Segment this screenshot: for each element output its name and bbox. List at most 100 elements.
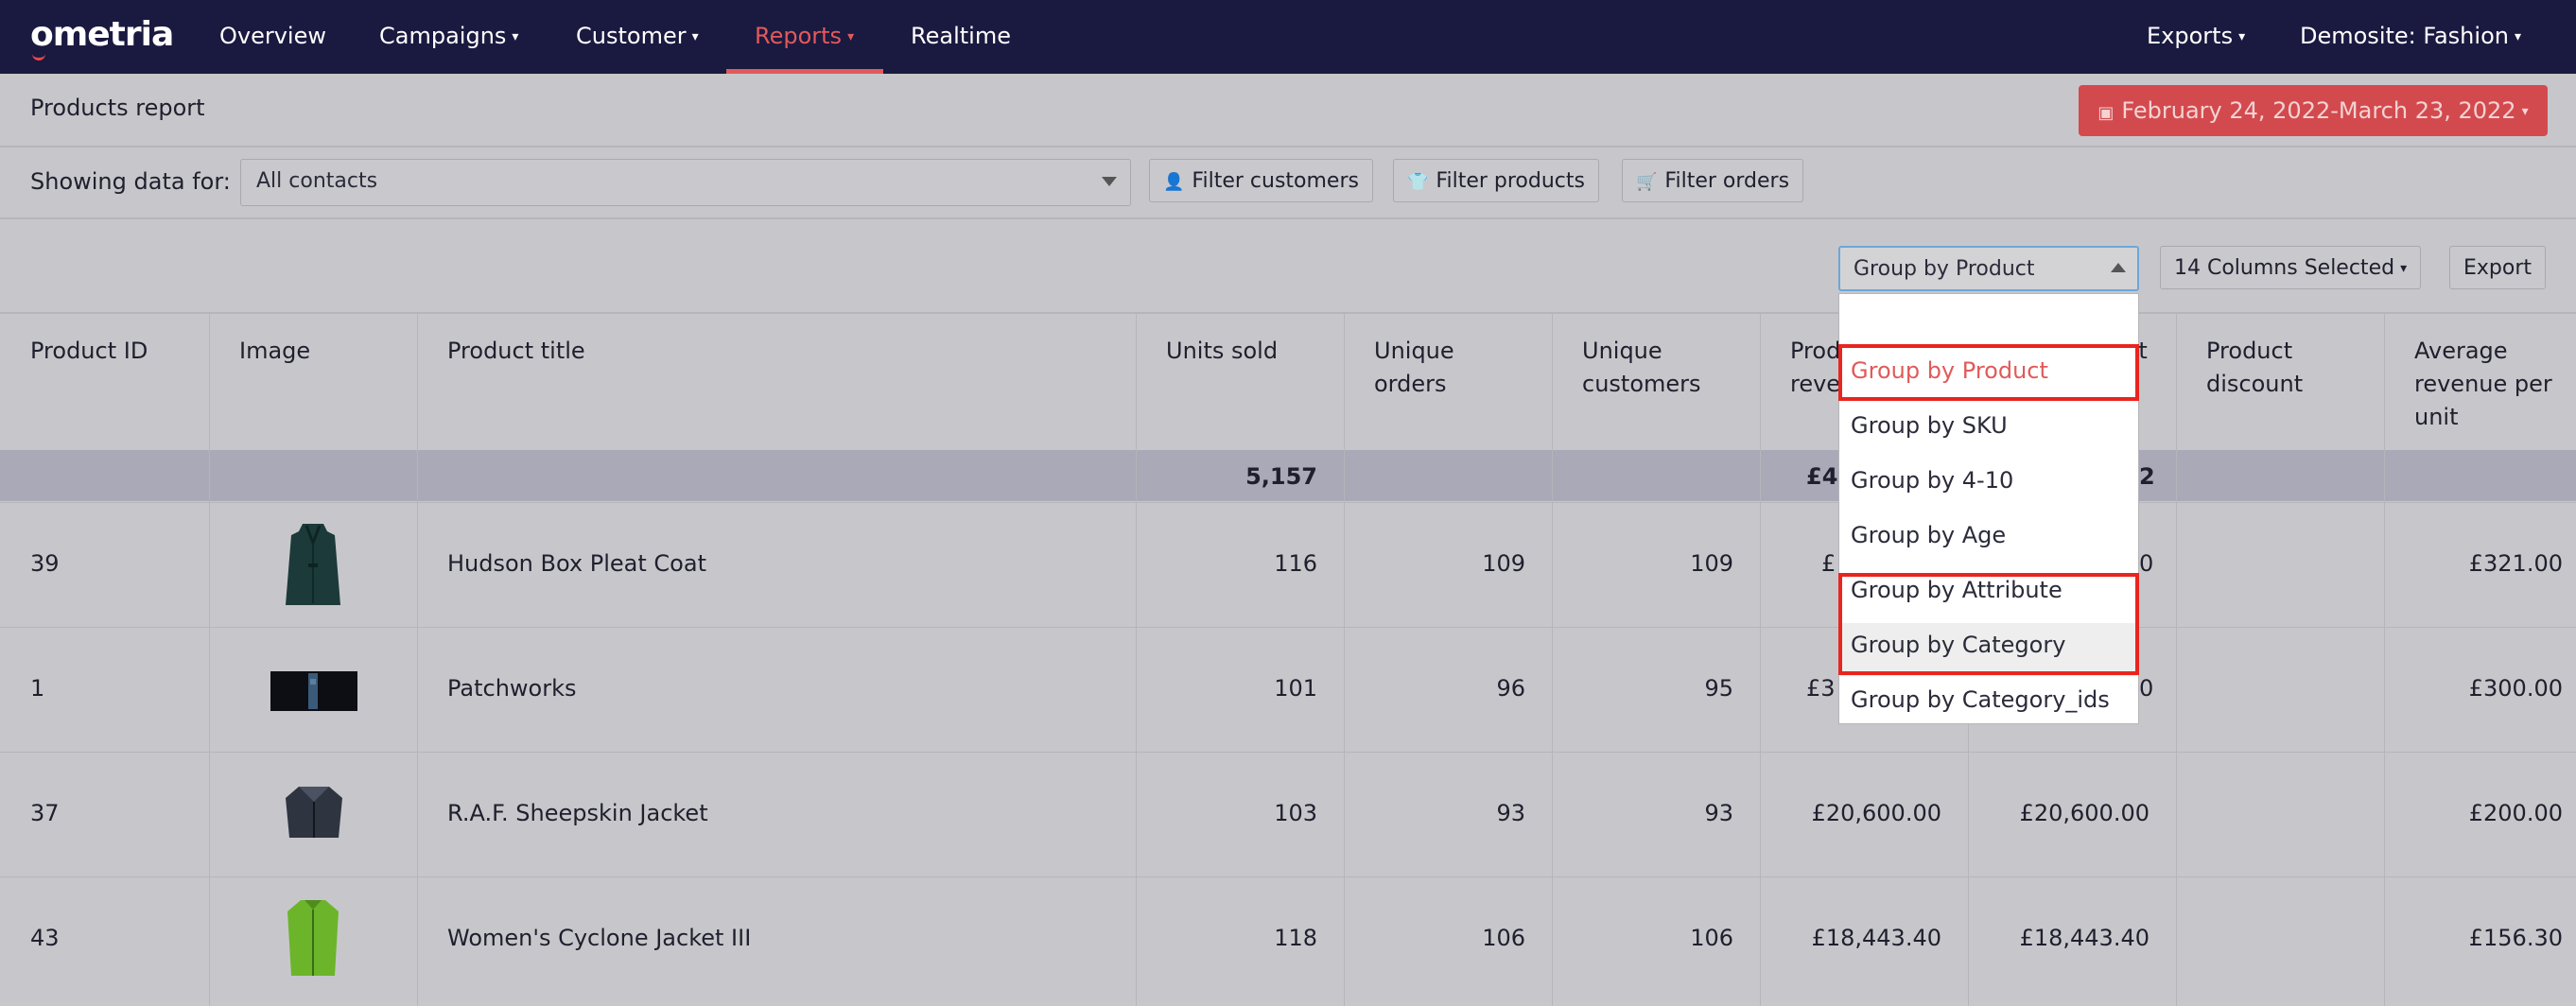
group-by-value: Group by Product (1854, 257, 2035, 281)
nav-exports[interactable]: Exports ▾ (2147, 23, 2245, 49)
column-divider (1344, 314, 1345, 1006)
product-title[interactable]: Hudson Box Pleat Coat (447, 550, 706, 577)
dropdown-option-group-by-category-ids[interactable]: Group by Category_ids (1851, 686, 2110, 713)
unique-customers: 106 (1690, 925, 1733, 951)
chevron-down-icon: ▾ (2238, 29, 2246, 44)
nav-reports[interactable]: Reports ▾ (755, 23, 854, 49)
date-range-label: February 24, 2022-March 23, 2022 (2121, 97, 2516, 124)
column-divider (2384, 314, 2385, 1006)
column-divider (1552, 314, 1553, 1006)
chevron-down-icon: ▾ (2521, 104, 2529, 119)
table-row[interactable]: 37 R.A.F. Sheepskin Jacket 103 93 93 £20… (0, 752, 2576, 877)
column-header-product-id[interactable]: Product ID (30, 335, 148, 368)
chevron-down-icon: ▾ (691, 29, 699, 44)
column-divider (1136, 314, 1137, 1006)
unique-orders: 109 (1482, 550, 1525, 577)
column-header-units-sold[interactable]: Units sold (1166, 335, 1278, 368)
contacts-select[interactable]: All contacts (240, 159, 1131, 206)
product-revenue: £ (1821, 550, 1836, 577)
total-column-b: 2 (2139, 463, 2155, 490)
column-header-image: Image (239, 338, 311, 364)
dropdown-option-group-by-age[interactable]: Group by Age (1851, 522, 2006, 548)
chevron-down-icon: ▾ (2514, 29, 2521, 44)
filter-orders-button[interactable]: 🛒 Filter orders (1622, 159, 1804, 202)
unique-orders: 96 (1496, 675, 1525, 702)
nav-customer[interactable]: Customer ▾ (576, 23, 699, 49)
filter-bar: Showing data for: All contacts 👤 Filter c… (0, 147, 2576, 219)
nav-realtime[interactable]: Realtime (911, 23, 1011, 49)
dropdown-option-group-by-4-10[interactable]: Group by 4-10 (1851, 467, 2013, 494)
column-b-value: £20,600.00 (2019, 800, 2150, 826)
report-toolbar: Group by Product 14 Columns Selected ▾ Ex… (0, 219, 2576, 314)
column-divider (417, 314, 418, 1006)
filter-customers-button[interactable]: 👤 Filter customers (1149, 159, 1373, 202)
logo-smile-mark (32, 52, 45, 61)
nav-overview[interactable]: Overview (219, 23, 326, 49)
page-header: Products report ▣ February 24, 2022-March… (0, 74, 2576, 147)
nav-campaigns[interactable]: Campaigns ▾ (379, 23, 518, 49)
ometria-logo[interactable]: ometria (30, 15, 174, 54)
chevron-down-icon: ▾ (512, 29, 519, 44)
nav-demosite-selector[interactable]: Demosite: Fashion ▾ (2300, 23, 2521, 49)
column-header-unique-customers[interactable]: Unique customers (1582, 335, 1701, 401)
highlight-box-group-by-product (1838, 344, 2139, 401)
units-sold: 118 (1274, 925, 1317, 951)
column-header-unique-orders[interactable]: Unique orders (1374, 335, 1454, 401)
table-row[interactable]: 1 Patchworks 101 96 95 £3 0 £300.00 (0, 627, 2576, 753)
column-divider (2176, 314, 2177, 1006)
group-by-select[interactable]: Group by Product (1838, 246, 2139, 291)
unique-orders: 93 (1496, 800, 1525, 826)
units-sold: 101 (1274, 675, 1317, 702)
product-revenue: £20,600.00 (1811, 800, 1941, 826)
column-b-value: £18,443.40 (2019, 925, 2150, 951)
units-sold: 103 (1274, 800, 1317, 826)
dropdown-option-group-by-sku[interactable]: Group by SKU (1851, 412, 2008, 439)
product-id: 43 (30, 925, 60, 951)
product-revenue: £18,443.40 (1811, 925, 1941, 951)
unique-customers: 93 (1704, 800, 1733, 826)
unique-customers: 109 (1690, 550, 1733, 577)
product-revenue: £3 (1806, 675, 1836, 702)
column-divider (209, 314, 210, 1006)
user-icon: 👤 (1163, 172, 1185, 192)
shirt-icon: 👕 (1407, 172, 1429, 192)
column-b-value: 0 (2139, 550, 2154, 577)
column-header-average-revenue-per-unit[interactable]: Average revenue per unit (2414, 335, 2552, 434)
dropdown-arrow-icon (1102, 177, 1117, 186)
units-sold: 116 (1274, 550, 1317, 577)
average-revenue-per-unit: £156.30 (2468, 925, 2563, 951)
showing-data-label: Showing data for: (30, 168, 231, 195)
product-image-green-jacket (280, 896, 346, 987)
page-title: Products report (30, 95, 205, 121)
product-id: 37 (30, 800, 60, 826)
unique-customers: 95 (1704, 675, 1733, 702)
date-range-button[interactable]: ▣ February 24, 2022-March 23, 2022 ▾ (2079, 85, 2548, 136)
table-row[interactable]: 39 Hudson Box Pleat Coat 116 109 109 £ 0… (0, 502, 2576, 628)
table-row[interactable]: 43 Women's Cyclone Jacket III 118 106 10… (0, 876, 2576, 1002)
table-header: Product ID Image Product title Units sol… (0, 314, 2576, 450)
product-id: 39 (30, 550, 60, 577)
calendar-icon: ▣ (2097, 103, 2115, 123)
top-navbar: ometria Overview Campaigns ▾ Customer ▾ Re… (0, 0, 2576, 74)
cart-icon: 🛒 (1636, 172, 1658, 192)
dropdown-open-arrow-icon (2111, 263, 2126, 272)
column-divider (1760, 314, 1761, 1006)
product-image-patchworks (270, 671, 357, 715)
column-header-product-title[interactable]: Product title (447, 335, 585, 368)
chevron-down-icon: ▾ (847, 29, 855, 44)
average-revenue-per-unit: £300.00 (2468, 675, 2563, 702)
product-title[interactable]: Women's Cyclone Jacket III (447, 925, 751, 951)
product-title[interactable]: Patchworks (447, 675, 577, 702)
export-button[interactable]: Export (2449, 246, 2547, 289)
column-header-product-discount[interactable]: Product discount (2206, 335, 2303, 401)
highlight-box-attribute-category (1838, 573, 2139, 675)
filter-products-button[interactable]: 👕 Filter products (1393, 159, 1599, 202)
product-image-jacket (282, 783, 346, 849)
columns-selector-button[interactable]: 14 Columns Selected ▾ (2160, 246, 2422, 289)
chevron-down-icon: ▾ (2400, 261, 2408, 276)
unique-orders: 106 (1482, 925, 1525, 951)
product-id: 1 (30, 675, 45, 702)
column-header-product-revenue[interactable]: Prod reve (1790, 335, 1840, 401)
total-units-sold: 5,157 (1245, 463, 1317, 490)
product-title[interactable]: R.A.F. Sheepskin Jacket (447, 800, 708, 826)
